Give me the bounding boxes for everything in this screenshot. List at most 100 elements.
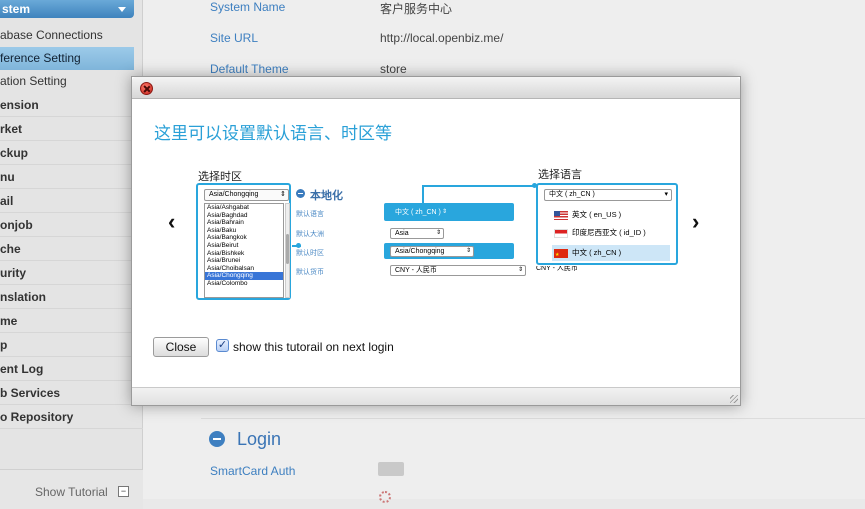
sidebar-item-security[interactable]: urity	[0, 261, 143, 285]
collapse-icon[interactable]: −	[118, 486, 129, 497]
show-tutorial-checkbox[interactable]: ✓	[216, 339, 229, 352]
sidebar-item-menu[interactable]: nu	[0, 165, 143, 189]
list-item: Asia/Bishkek	[207, 249, 245, 257]
sidebar-item-label: abase Connections	[0, 28, 103, 42]
tutorial-illustration: 选择时区 选择语言 Asia/Chongqing Asia/Ashgabat A…	[192, 165, 682, 305]
language-heading: 选择语言	[538, 169, 582, 181]
sidebar-item-label: p	[0, 338, 8, 352]
dialog-footer	[132, 387, 740, 405]
sidebar-item-label: ent Log	[0, 362, 44, 376]
show-tutorial-label: Show Tutorial	[35, 485, 108, 499]
currency-field: CNY - 人民币	[390, 265, 526, 276]
sidebar-item-cache[interactable]: che	[0, 237, 143, 261]
list-item: 印度尼西亚文 ( id_ID )	[552, 225, 670, 241]
sidebar-item-cronjob[interactable]: onjob	[0, 213, 143, 237]
list-item: Asia/Baku	[207, 226, 237, 234]
sidebar-item-label: che	[0, 242, 21, 256]
list-item: Asia/Bahrain	[207, 219, 244, 227]
timezone-options: Asia/Ashgabat Asia/Baghdad Asia/Bahrain …	[204, 203, 284, 298]
timezone-select: Asia/Chongqing	[204, 189, 289, 201]
show-tutorial-label: show this tutorail on next login	[233, 340, 394, 354]
timezone-heading: 选择时区	[198, 171, 242, 183]
sidebar-item-label: ckup	[0, 146, 29, 160]
option-label: 英文 ( en_US )	[572, 210, 622, 219]
sidebar-item-theme[interactable]: me	[0, 309, 143, 333]
list-item-selected: 中文 ( zh_CN )	[552, 245, 670, 263]
sidebar-item-market[interactable]: rket	[0, 117, 143, 141]
section-title: Login	[237, 429, 282, 449]
sidebar-item-preference-setting[interactable]: ference Setting	[0, 47, 134, 70]
connector-dot	[296, 243, 301, 248]
close-button[interactable]: Close	[153, 337, 209, 357]
sidebar-item-event-log[interactable]: ent Log	[0, 357, 143, 381]
list-item: Asia/Baghdad	[207, 211, 248, 219]
us-flag-icon	[554, 211, 568, 220]
scrollbar	[285, 203, 290, 298]
chevron-down-icon	[118, 7, 126, 12]
close-icon[interactable]	[140, 82, 153, 95]
language-select: 中文 ( zh_CN )	[544, 189, 672, 201]
field-label: 默认大洲	[296, 231, 324, 238]
field-label: 默认货币	[296, 269, 324, 276]
list-item: Asia/Colombo	[207, 279, 248, 287]
field-label: 默认时区	[296, 250, 324, 257]
timezone-field: Asia/Chongqing	[390, 246, 474, 257]
sidebar-item-database-connections[interactable]: abase Connections	[0, 24, 134, 47]
sidebar-item-label: nu	[0, 170, 15, 184]
list-item-selected: Asia/Chongqing	[205, 272, 283, 280]
setting-value-system-name: 客户服务中心	[380, 2, 453, 16]
list-item: Asia/Choibalsan	[207, 264, 254, 272]
setting-value-default-theme: store	[380, 62, 407, 76]
sidebar-item-app-repository[interactable]: o Repository	[0, 405, 143, 429]
cn-flag-icon	[554, 247, 568, 263]
sidebar-item-translation[interactable]: nslation	[0, 285, 143, 309]
localization-panel: 本地化 默认语言 中文 ( zh_CN ) 默认大洲 Asia 默认时区 Asi…	[294, 187, 534, 281]
option-label: 中文 ( zh_CN )	[572, 248, 622, 257]
field-label: 默认语言	[296, 211, 324, 218]
loading-icon	[379, 491, 391, 503]
list-item: Asia/Bangkok	[207, 234, 247, 242]
id-flag-icon	[554, 229, 568, 238]
setting-label-smartcard-auth: SmartCard Auth	[210, 464, 296, 478]
localization-heading: 本地化	[310, 190, 343, 202]
toggle-icon[interactable]	[378, 462, 404, 476]
list-item: 英文 ( en_US )	[552, 207, 670, 223]
option-label: 印度尼西亚文 ( id_ID )	[572, 228, 646, 237]
chevron-right-icon[interactable]: ›	[692, 209, 699, 235]
connector-line	[422, 185, 536, 187]
sidebar-item-label: b Services	[0, 386, 61, 400]
sidebar-item-backup[interactable]: ckup	[0, 141, 143, 165]
sidebar-item-web-services[interactable]: b Services	[0, 381, 143, 405]
setting-value-site-url: http://local.openbiz.me/	[380, 31, 504, 45]
timezone-list-box: Asia/Chongqing Asia/Ashgabat Asia/Baghda…	[196, 183, 291, 300]
show-tutorial-toggle[interactable]: Show Tutorial −	[0, 469, 143, 509]
collapse-icon	[296, 189, 305, 198]
language-field: 中文 ( zh_CN )	[390, 207, 450, 218]
sidebar-item-extension[interactable]: ension	[0, 93, 143, 117]
chevron-left-icon[interactable]: ‹	[168, 209, 175, 235]
list-item: Asia/Beirut	[207, 241, 239, 249]
collapse-icon[interactable]	[209, 431, 225, 447]
sidebar-item-label: ail	[0, 194, 14, 208]
continent-field: Asia	[390, 228, 444, 239]
list-item: Asia/Ashgabat	[207, 204, 249, 211]
sidebar: stem abase Connections ference Setting a…	[0, 0, 143, 509]
sidebar-category-system[interactable]: stem	[0, 0, 134, 18]
setting-label-site-url: Site URL	[210, 31, 259, 45]
resize-grip-icon[interactable]	[730, 395, 738, 403]
sidebar-item-label: ation Setting	[0, 74, 67, 88]
sidebar-item-email[interactable]: ail	[0, 189, 143, 213]
tutorial-dialog: 这里可以设置默认语言、时区等 ‹ › 选择时区 选择语言 Asia/Chongq…	[131, 76, 741, 406]
sidebar-item-label: rket	[0, 122, 23, 136]
setting-label-default-theme: Default Theme	[210, 62, 289, 76]
connector-line	[422, 185, 424, 203]
language-list-box: 中文 ( zh_CN ) 英文 ( en_US ) 印度尼西亚文 ( id_ID…	[536, 183, 678, 265]
login-section: Login	[201, 418, 865, 458]
sidebar-item-label: urity	[0, 266, 27, 280]
sidebar-category-label: stem	[2, 2, 31, 16]
sidebar-item-help[interactable]: p	[0, 333, 143, 357]
dialog-titlebar	[132, 77, 740, 99]
sidebar-item-application-setting[interactable]: ation Setting	[0, 70, 134, 93]
list-item: Asia/Brunei	[207, 257, 241, 265]
sidebar-item-label: me	[0, 314, 18, 328]
